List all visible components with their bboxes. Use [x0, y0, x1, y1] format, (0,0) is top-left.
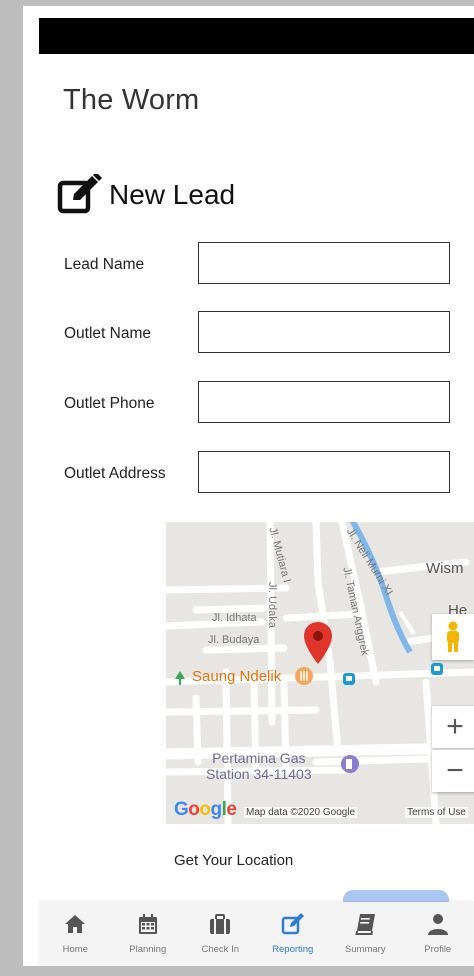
map-attribution: Map data ©2020 Google	[244, 807, 358, 818]
nav-item-profile[interactable]: Profile	[402, 902, 474, 966]
bus-stop-icon	[343, 673, 355, 685]
nav-item-summary[interactable]: Summary	[329, 902, 401, 966]
nav-item-home[interactable]: Home	[39, 902, 111, 966]
outlet-phone-label: Outlet Phone	[64, 395, 155, 412]
nav-label-home: Home	[62, 944, 88, 955]
edit-icon	[281, 913, 304, 935]
google-logo: Google	[174, 799, 237, 820]
nav-label-reporting: Reporting	[272, 944, 314, 955]
user-icon	[427, 914, 448, 935]
poi-pertamina[interactable]: Pertamina Gas Station 34-11403	[206, 750, 312, 782]
nav-label-planning: Planning	[129, 944, 167, 955]
briefcase-icon	[210, 914, 231, 934]
poi-pertamina-line2: Station 34-11403	[206, 766, 312, 782]
zoom-out-button[interactable]: −	[432, 750, 474, 792]
map-label-idhata: Jl. Idhata	[212, 612, 257, 624]
bottom-navigation: Home Planning Check In Reporting Summary…	[39, 902, 474, 966]
outlet-address-label: Outlet Address	[64, 465, 166, 482]
nav-item-reporting[interactable]: Reporting	[257, 902, 329, 966]
nav-label-summary: Summary	[344, 944, 386, 955]
outlet-address-row: Outlet Address	[64, 451, 464, 497]
status-bar	[39, 18, 474, 54]
outlet-address-input[interactable]	[198, 451, 450, 493]
section-title: New Lead	[109, 179, 236, 210]
app-title: The Worm	[63, 84, 200, 116]
lead-name-row: Lead Name	[64, 242, 464, 288]
home-icon	[65, 915, 86, 933]
poi-saung-ndelik[interactable]: Saung Ndelik	[192, 668, 281, 685]
location-marker-icon[interactable]	[304, 622, 332, 664]
lead-name-label: Lead Name	[64, 256, 145, 273]
app-screen: The Worm New Lead Lead Name Outlet Name …	[23, 6, 474, 966]
outlet-name-input[interactable]	[198, 311, 450, 353]
outlet-name-label: Outlet Name	[64, 325, 152, 342]
map-terms-link[interactable]: Terms of Use	[405, 807, 468, 818]
get-location-button[interactable]: Get Your Location	[174, 852, 293, 869]
map-label-wism: Wism	[426, 560, 464, 577]
section-header: New Lead	[57, 174, 235, 216]
map-footer: Google Map data ©2020 Google Terms of Us…	[166, 798, 474, 824]
nav-label-profile: Profile	[424, 944, 452, 955]
gas-station-icon	[341, 755, 359, 773]
restaurant-icon	[295, 667, 313, 685]
zoom-in-button[interactable]: +	[432, 706, 474, 748]
book-icon	[355, 914, 376, 935]
edit-icon	[57, 174, 102, 214]
calendar-icon	[138, 914, 157, 934]
pegman-icon	[447, 621, 459, 652]
location-map[interactable]: Jl. Mutiara I Jl. Neli Murni XI Wism He …	[166, 522, 474, 824]
nav-item-planning[interactable]: Planning	[112, 902, 184, 966]
map-label-budaya: Jl. Budaya	[208, 634, 260, 646]
outlet-phone-input[interactable]	[198, 381, 450, 423]
lead-name-input[interactable]	[198, 242, 450, 284]
street-view-button[interactable]	[432, 614, 474, 660]
nav-item-check-in[interactable]: Check In	[184, 902, 256, 966]
map-label-udaka: Jl. Udaka	[266, 582, 278, 628]
outlet-name-row: Outlet Name	[64, 311, 464, 357]
nav-label-check-in: Check In	[201, 944, 240, 955]
bus-stop-icon-2	[431, 663, 443, 675]
outlet-phone-row: Outlet Phone	[64, 381, 464, 427]
park-icon	[175, 671, 185, 685]
poi-pertamina-line1: Pertamina Gas	[212, 750, 306, 766]
